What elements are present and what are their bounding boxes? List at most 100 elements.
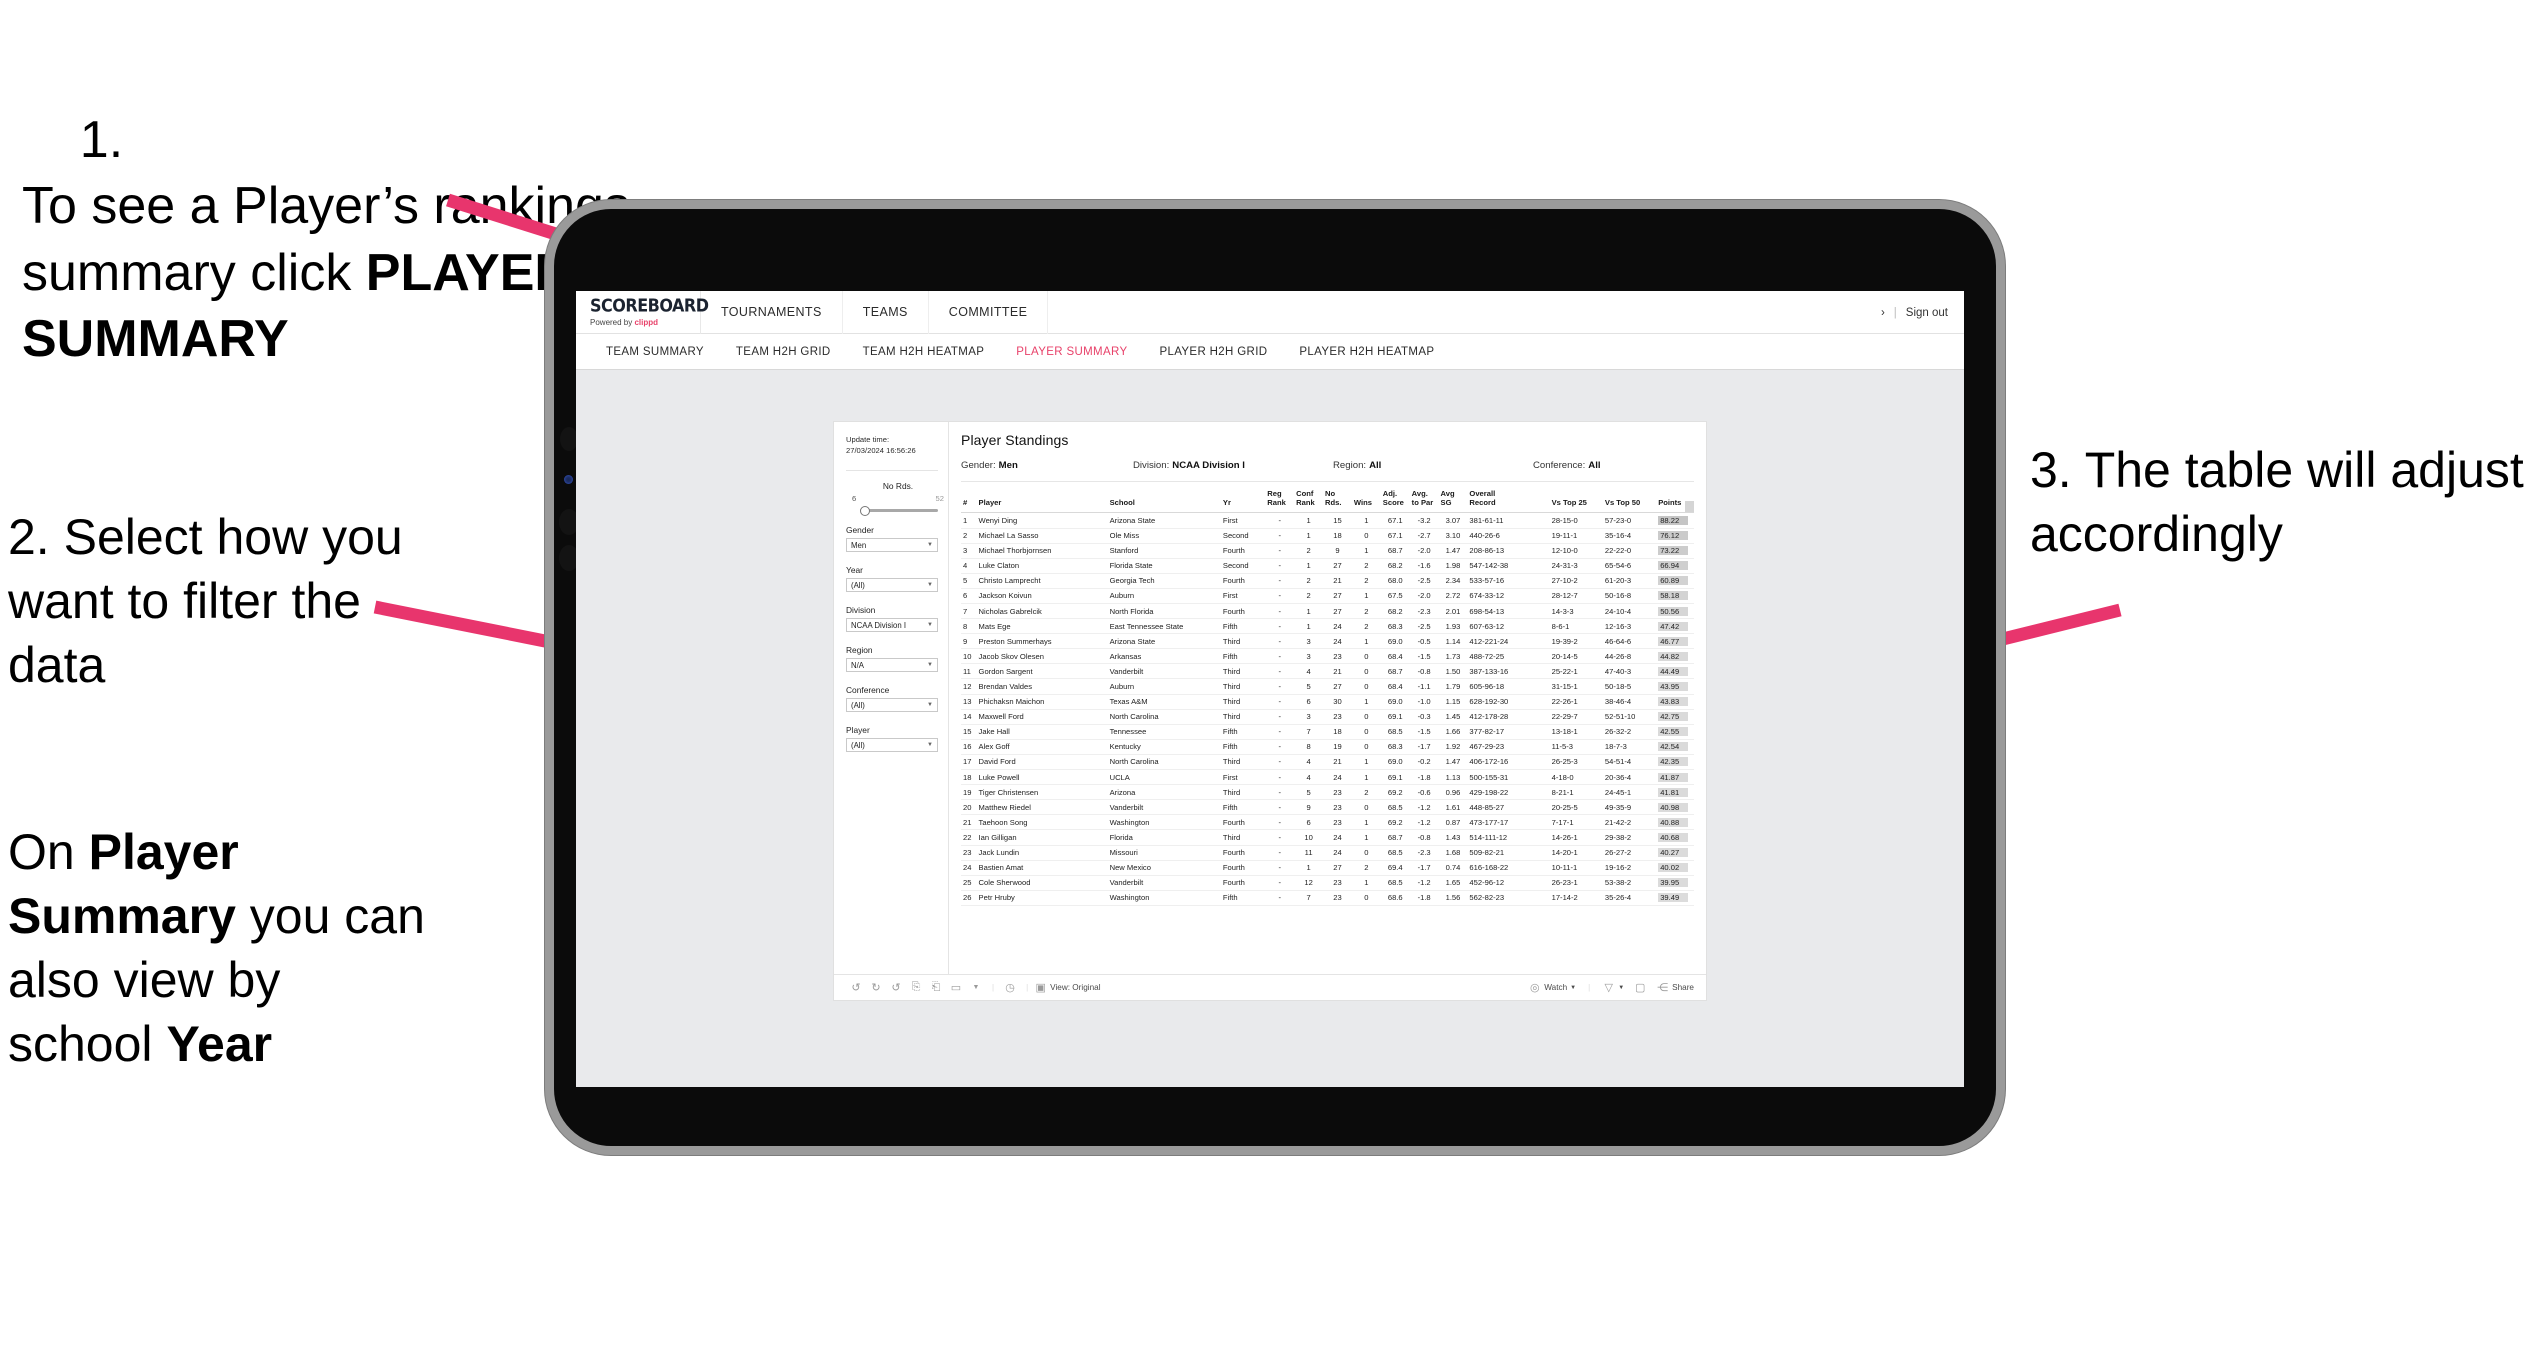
vertical-scrollbar[interactable] [1685, 501, 1694, 512]
table-row[interactable]: 12 Brendan Valdes Auburn Third -5 27 0 68.4 -1.1… [961, 678, 1694, 695]
table-row[interactable]: 24 Bastien Amat New Mexico Fourth -1 27 2 69.4-… [961, 860, 1694, 876]
table-row[interactable]: 7 Nicholas Gabrelcik North Florida Fourth -1… [961, 603, 1694, 620]
table-row[interactable]: 6 Jackson Koivun Auburn First -2 27 1 67.5 -2.0 2… [961, 588, 1694, 605]
col-header-reg-rank[interactable]: Reg Rank [1265, 488, 1295, 514]
filter-player: Player (All) ▼ [846, 725, 938, 752]
alert-button[interactable]: ▽ ▼ [1602, 981, 1624, 994]
redo-icon[interactable]: ↻ [866, 981, 886, 994]
cell-adj-score: 69.0 [1380, 754, 1410, 771]
no-rds-slider[interactable] [859, 505, 938, 516]
view-original-button[interactable]: ▣ View: Original [1034, 981, 1100, 994]
table-row[interactable]: 5 Christo Lamprecht Georgia Tech Fourth -2 21… [961, 573, 1694, 589]
table-row[interactable]: 25 Cole Sherwood Vanderbilt Fourth -12 23 1 68.… [961, 875, 1694, 891]
clear-icon[interactable]: ◷ [1000, 981, 1020, 994]
table-row[interactable]: 15 Jake Hall Tennessee Fifth -7 18 0 68.5 -1.5 1.… [961, 724, 1694, 740]
tab-team-summary[interactable]: TEAM SUMMARY [590, 334, 720, 370]
col-header-vs-top-50[interactable]: Vs Top 50 [1602, 488, 1657, 514]
table-row[interactable]: 4 Luke Claton Florida State Second -1 27 2 68.2… [961, 558, 1694, 574]
cell-avg-sg: 1.50 [1438, 663, 1468, 680]
filter-year-label: Year [846, 565, 863, 575]
cell-avg-sg: 1.45 [1438, 709, 1468, 725]
cell-school: Florida State [1107, 558, 1221, 574]
cell-avg-to-par: -0.2 [1409, 754, 1439, 771]
filter-conference-select[interactable]: (All) ▼ [846, 698, 938, 712]
table-row[interactable]: 1 Wenyi Ding Arizona State First -1 15 1 67.1 -3… [961, 512, 1694, 529]
cell-year: Second [1220, 528, 1266, 544]
share-button[interactable]: ⋲ Share [1656, 981, 1694, 994]
table-row[interactable]: 10 Jacob Skov Olesen Arkansas Fifth -3 23 0 68.… [961, 648, 1694, 665]
col-header-player[interactable]: Player [976, 488, 1108, 514]
points-value: 50.56 [1658, 606, 1689, 616]
pause-auto-update-icon[interactable]: ⎗ [926, 981, 946, 994]
update-time-value: 27/03/2024 16:56:26 [846, 446, 916, 455]
table-row[interactable]: 16 Alex Goff Kentucky Fifth -8 19 0 68.3 -1.7 1.9… [961, 739, 1694, 755]
refresh-data-icon[interactable]: ⎘ [906, 981, 926, 994]
col-header-avg-to-par[interactable]: Avg. to Par [1409, 488, 1439, 514]
filter-division-select[interactable]: NCAA Division I ▼ [846, 618, 938, 632]
col-header-overall-record[interactable]: Overall Record [1467, 488, 1550, 514]
table-row[interactable]: 23 Jack Lundin Missouri Fourth -11 24 0 68.5 -2.… [961, 845, 1694, 861]
tab-player-h2h-grid[interactable]: PLAYER H2H GRID [1143, 334, 1283, 370]
chevron-right-icon[interactable]: › [1881, 307, 1885, 319]
sign-out-link[interactable]: Sign out [1906, 307, 1948, 319]
col-header-conf-rank[interactable]: Conf Rank [1294, 488, 1324, 514]
cell-points: 42.35 [1656, 754, 1694, 771]
filter-gender-select[interactable]: Men ▼ [846, 538, 938, 552]
tab-player-summary[interactable]: PLAYER SUMMARY [1000, 334, 1143, 370]
table-row[interactable]: 13 Phichaksn Maichon Texas A&M Third -6 30 1 69… [961, 694, 1694, 710]
watch-button[interactable]: ◎ Watch ▼ [1528, 981, 1576, 994]
top-nav-item-committee[interactable]: COMMITTEE [929, 291, 1049, 334]
col-header-school[interactable]: School [1107, 488, 1221, 514]
table-row[interactable]: 8 Mats Ege East Tennessee State Fifth -1 24 2 6… [961, 618, 1694, 635]
table-row[interactable]: 21 Taehoon Song Washington Fourth -6 23 1 69.2-… [961, 814, 1694, 831]
slider-handle[interactable] [859, 505, 870, 516]
cell-conf-rank: 8 [1294, 739, 1324, 755]
undo-icon[interactable]: ↺ [846, 981, 866, 994]
cell-vs-top-50: 21-42-2 [1602, 814, 1657, 831]
cell-vs-top-50: 29-38-2 [1602, 829, 1657, 846]
device-preview-icon[interactable]: ▢ [1630, 981, 1650, 994]
col-header-wins[interactable]: Wins [1351, 488, 1381, 514]
filter-year-select[interactable]: (All) ▼ [846, 578, 938, 592]
tab-player-h2h-heatmap[interactable]: PLAYER H2H HEATMAP [1283, 334, 1450, 370]
cell-conf-rank: 2 [1294, 543, 1324, 559]
divider [846, 470, 938, 471]
revert-icon[interactable]: ↺ [886, 981, 906, 994]
table-row[interactable]: 20 Matthew Riedel Vanderbilt Fifth -9 23 0 68.5… [961, 799, 1694, 816]
table-row[interactable]: 9 Preston Summerhays Arizona State Third -3 2… [961, 633, 1694, 650]
table-row[interactable]: 22 Ian Gilligan Florida Third -10 24 1 68.7 -0.8… [961, 829, 1694, 846]
table-row[interactable]: 18 Luke Powell UCLA First -4 24 1 69.1 -1.8 1.13 5… [961, 769, 1694, 786]
device-layout-icon[interactable]: ▭ [946, 981, 966, 994]
cell-avg-to-par: -1.1 [1409, 678, 1439, 695]
cell-vs-top-25: 19-39-2 [1549, 633, 1603, 650]
cell-points: 40.27 [1656, 845, 1694, 861]
summary-division: Division: NCAA Division I [1133, 460, 1333, 471]
cell-no-rds: 27 [1323, 588, 1352, 605]
col-header-adj-score[interactable]: Adj. Score [1380, 488, 1410, 514]
chevron-down-icon[interactable]: ▼ [966, 984, 986, 991]
table-row[interactable]: 19 Tiger Christensen Arizona Third -5 23 2 69.2… [961, 784, 1694, 801]
filter-player-select[interactable]: (All) ▼ [846, 738, 938, 752]
table-row[interactable]: 2 Michael La Sasso Ole Miss Second -1 18 0 67.1… [961, 528, 1694, 544]
filter-region-select[interactable]: N/A ▼ [846, 658, 938, 672]
top-nav-item-tournaments[interactable]: TOURNAMENTS [701, 291, 843, 334]
col-header-year[interactable]: Yr [1220, 488, 1266, 514]
table-row[interactable]: 17 David Ford North Carolina Third -4 21 1 69.0… [961, 754, 1694, 771]
col-header-no-rds[interactable]: No Rds. [1323, 488, 1352, 514]
col-header-avg-sg[interactable]: Avg SG [1438, 488, 1468, 514]
cell-school: North Carolina [1107, 709, 1221, 725]
top-nav-item-teams[interactable]: TEAMS [843, 291, 929, 334]
col-header-rank[interactable]: # [961, 488, 977, 514]
table-row[interactable]: 26 Petr Hruby Washington Fifth -7 23 0 68.6 -1.8… [961, 890, 1694, 906]
cell-overall-record: 440-26-6 [1467, 528, 1550, 544]
cell-wins: 0 [1351, 663, 1381, 680]
table-row[interactable]: 14 Maxwell Ford North Carolina Third -3 23 0 69… [961, 709, 1694, 725]
cell-vs-top-50: 38-46-4 [1602, 694, 1657, 710]
col-header-vs-top-25[interactable]: Vs Top 25 [1549, 488, 1603, 514]
table-row[interactable]: 3 Michael Thorbjornsen Stanford Fourth -2 9 1 6… [961, 543, 1694, 559]
cell-no-rds: 21 [1323, 573, 1352, 589]
points-value: 58.18 [1658, 591, 1689, 601]
tab-team-h2h-grid[interactable]: TEAM H2H GRID [720, 334, 847, 370]
tab-team-h2h-heatmap[interactable]: TEAM H2H HEATMAP [847, 334, 1001, 370]
table-row[interactable]: 11 Gordon Sargent Vanderbilt Third -4 21 0 68.7… [961, 663, 1694, 680]
